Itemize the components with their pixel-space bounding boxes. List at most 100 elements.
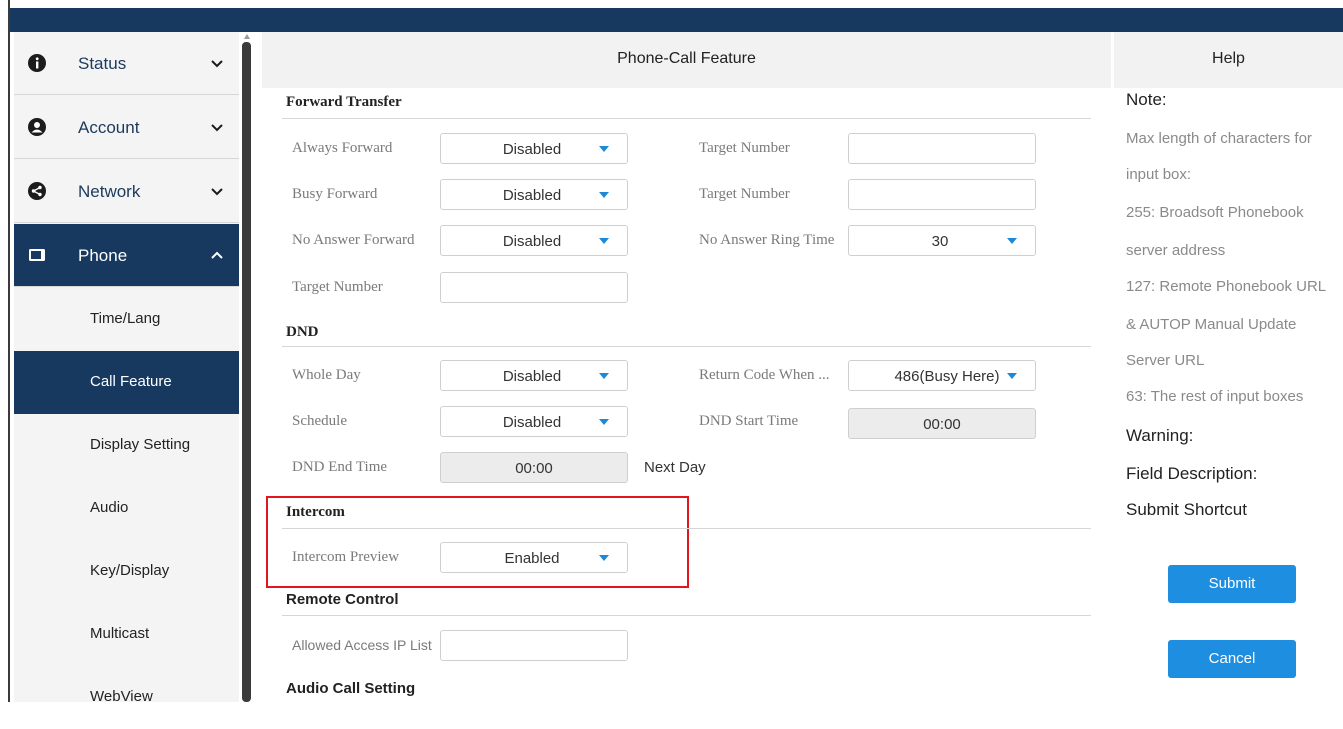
chevron-down-icon xyxy=(211,60,223,68)
busy-forward-select[interactable]: Disabled xyxy=(440,179,628,210)
help-title: Help xyxy=(1212,50,1245,67)
caret-down-icon xyxy=(599,373,609,379)
caret-down-icon xyxy=(1007,373,1017,379)
busy-target-label: Target Number xyxy=(699,186,790,202)
intercom-preview-select[interactable]: Enabled xyxy=(440,542,628,573)
help-warning-label: Warning: xyxy=(1126,426,1194,445)
busy-target-input[interactable] xyxy=(848,179,1036,210)
sidebar-subitem-audio[interactable]: Audio xyxy=(14,477,239,540)
help-field-description-label: Field Description: xyxy=(1126,464,1258,483)
whole-day-select[interactable]: Disabled xyxy=(440,360,628,391)
help-text-line: server address xyxy=(1126,242,1226,259)
sidebar-subitem-label: Multicast xyxy=(90,625,150,642)
sidebar-subitem-label: Time/Lang xyxy=(90,310,161,327)
sidebar-item-label: Account xyxy=(78,118,140,137)
submit-button[interactable]: Submit xyxy=(1168,565,1296,603)
page-title: Phone-Call Feature xyxy=(617,50,756,67)
section-title-dnd: DND xyxy=(286,324,319,340)
schedule-select[interactable]: Disabled xyxy=(440,406,628,437)
sidebar-item-status[interactable]: Status xyxy=(14,32,239,95)
sidebar-subitem-key-display[interactable]: Key/Display xyxy=(14,540,239,603)
top-banner xyxy=(0,0,1343,32)
sidebar: Status Account Network Phone Time/Lang C… xyxy=(14,32,239,705)
caret-down-icon xyxy=(599,146,609,152)
whole-day-label: Whole Day xyxy=(292,367,361,383)
help-note-label: Note: xyxy=(1126,90,1167,109)
sidebar-item-phone[interactable]: Phone xyxy=(14,224,239,287)
select-value: Disabled xyxy=(502,141,562,158)
allowed-ip-input[interactable] xyxy=(440,630,628,661)
no-answer-ring-time-label: No Answer Ring Time xyxy=(699,232,835,248)
main-panel: Phone-Call Feature Forward Transfer Alwa… xyxy=(262,32,1111,702)
sidebar-subitem-multicast[interactable]: Multicast xyxy=(14,603,239,666)
caret-down-icon xyxy=(599,192,609,198)
sidebar-item-label: Phone xyxy=(78,246,128,265)
sidebar-subitem-webview[interactable]: WebView xyxy=(14,666,239,729)
select-value: 30 xyxy=(931,233,949,250)
no-answer-ring-time-select[interactable]: 30 xyxy=(848,225,1036,256)
caret-down-icon xyxy=(599,555,609,561)
chevron-down-icon xyxy=(211,188,223,196)
select-value: Disabled xyxy=(502,368,562,385)
share-icon xyxy=(28,182,46,200)
return-code-label: Return Code When ... xyxy=(699,367,830,383)
input-value: 00:00 xyxy=(515,460,553,477)
help-submit-shortcut-label: Submit Shortcut xyxy=(1126,500,1247,519)
sidebar-subitem-label: WebView xyxy=(90,688,153,705)
chevron-down-icon xyxy=(211,124,223,132)
section-title-forward-transfer: Forward Transfer xyxy=(286,94,402,110)
select-value: Disabled xyxy=(502,414,562,431)
sidebar-item-network[interactable]: Network xyxy=(14,160,239,223)
sidebar-subitem-label: Display Setting xyxy=(90,436,191,453)
sidebar-subitem-call-feature[interactable]: Call Feature xyxy=(14,351,239,414)
always-forward-label: Always Forward xyxy=(292,140,393,156)
no-answer-target-label: Target Number xyxy=(292,279,383,295)
section-divider xyxy=(282,528,1091,529)
help-text-line: Max length of characters for xyxy=(1126,130,1312,147)
select-value: Disabled xyxy=(502,233,562,250)
help-panel: Help Note: Max length of characters for … xyxy=(1114,32,1343,702)
sidebar-item-account[interactable]: Account xyxy=(14,96,239,159)
allowed-ip-label: Allowed Access IP List xyxy=(292,637,432,653)
intercom-preview-label: Intercom Preview xyxy=(292,549,400,565)
schedule-label: Schedule xyxy=(292,413,347,429)
dnd-end-time-input[interactable]: 00:00 xyxy=(440,452,628,483)
dnd-end-time-label: DND End Time xyxy=(292,459,388,475)
no-answer-forward-select[interactable]: Disabled xyxy=(440,225,628,256)
sidebar-scrollbar-thumb[interactable] xyxy=(242,42,251,702)
no-answer-forward-label: No Answer Forward xyxy=(292,232,415,248)
chevron-up-icon xyxy=(211,251,223,259)
scroll-up-arrow-icon[interactable] xyxy=(243,33,251,41)
sidebar-subitem-display-setting[interactable]: Display Setting xyxy=(14,414,239,477)
dnd-start-time-input[interactable]: 00:00 xyxy=(848,408,1036,439)
sidebar-subitem-label: Key/Display xyxy=(90,562,170,579)
section-title-remote-control: Remote Control xyxy=(286,591,399,608)
help-header: Help xyxy=(1114,32,1343,88)
sidebar-subitem-time-lang[interactable]: Time/Lang xyxy=(14,288,239,351)
next-day-label: Next Day xyxy=(644,459,706,476)
user-icon xyxy=(28,118,46,136)
caret-down-icon xyxy=(599,419,609,425)
sidebar-item-label: Network xyxy=(78,182,141,201)
return-code-select[interactable]: 486(Busy Here) xyxy=(848,360,1036,391)
cancel-button[interactable]: Cancel xyxy=(1168,640,1296,678)
help-text-line: 127: Remote Phonebook URL xyxy=(1126,278,1327,295)
caret-down-icon xyxy=(1007,238,1017,244)
always-forward-select[interactable]: Disabled xyxy=(440,133,628,164)
help-text-line: Server URL xyxy=(1126,352,1205,369)
sidebar-subitem-label: Call Feature xyxy=(90,373,172,390)
help-text-line: input box: xyxy=(1126,166,1192,183)
no-answer-target-input[interactable] xyxy=(440,272,628,303)
always-target-label: Target Number xyxy=(699,140,790,156)
caret-down-icon xyxy=(599,238,609,244)
window-left-edge xyxy=(0,0,10,702)
sidebar-subitem-label: Audio xyxy=(90,499,129,516)
select-value: Enabled xyxy=(504,550,560,567)
top-banner-strip xyxy=(10,8,1343,32)
sidebar-item-label: Status xyxy=(78,54,127,73)
section-divider xyxy=(282,346,1091,347)
always-target-input[interactable] xyxy=(848,133,1036,164)
busy-forward-label: Busy Forward xyxy=(292,186,378,202)
section-divider xyxy=(282,118,1091,119)
help-text-line: 255: Broadsoft Phonebook xyxy=(1126,204,1304,221)
